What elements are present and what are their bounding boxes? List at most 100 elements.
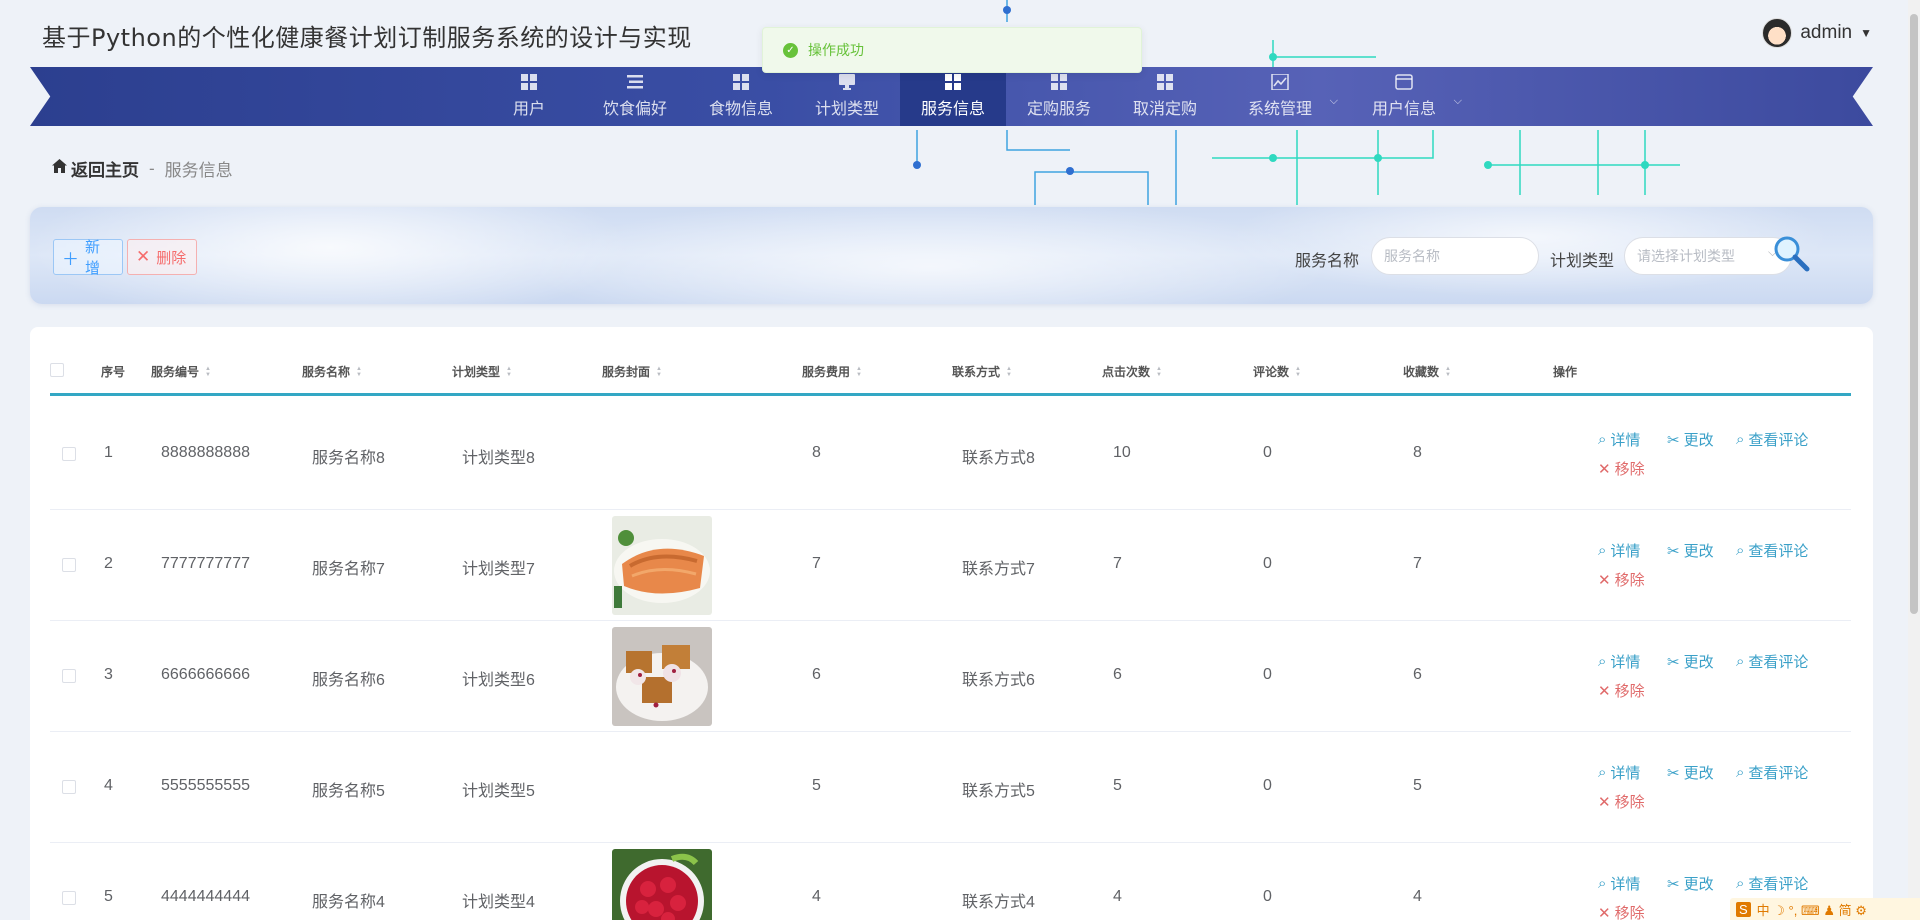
nav-item-0[interactable]: 用户	[476, 67, 582, 126]
col-code[interactable]: 服务编号 ▲ ▼	[151, 363, 211, 380]
remove-button[interactable]: ✕ 移除	[1598, 680, 1645, 701]
search-button[interactable]	[1770, 233, 1814, 277]
cell-fee: 6	[812, 666, 821, 683]
search-panel: ＋ 新增 ✕ 删除 服务名称 计划类型 ⌵	[30, 207, 1873, 304]
detail-button[interactable]: ⌕ 详情	[1598, 651, 1640, 672]
remove-button[interactable]: ✕ 移除	[1598, 458, 1645, 479]
edit-button[interactable]: ✂ 更改	[1667, 540, 1714, 561]
col-plan[interactable]: 计划类型 ▲ ▼	[452, 363, 512, 380]
plan-type-select[interactable]	[1624, 237, 1792, 275]
col-fee[interactable]: 服务费用 ▲ ▼	[802, 363, 862, 380]
detail-button[interactable]: ⌕ 详情	[1598, 429, 1640, 450]
cell-name: 服务名称5	[312, 783, 385, 800]
app-title: 基于Python的个性化健康餐计划订制服务系统的设计与实现	[42, 24, 692, 52]
row-checkbox[interactable]	[62, 669, 76, 683]
col-cover[interactable]: 服务封面 ▲ ▼	[602, 363, 662, 380]
scrollbar[interactable]	[1908, 0, 1920, 920]
cell-favorites: 5	[1413, 777, 1422, 794]
ime-toolbar: S 中 ☽ °, ⌨ ♟ 简 ⚙	[1730, 898, 1920, 920]
close-icon: ✕	[136, 247, 151, 266]
col-name[interactable]: 服务名称 ▲ ▼	[302, 363, 362, 380]
row-checkbox[interactable]	[62, 558, 76, 572]
sort-icon: ▲ ▼	[356, 365, 362, 378]
view-comments-button[interactable]: ⌕ 查看评论	[1736, 429, 1808, 450]
nav-item-label: 取消定购	[1132, 101, 1197, 118]
detail-button[interactable]: ⌕ 详情	[1598, 762, 1640, 783]
scrollbar-thumb[interactable]	[1910, 14, 1918, 614]
cell-index: 1	[104, 444, 113, 461]
sort-icon: ▲ ▼	[1006, 365, 1012, 378]
nav-item-2[interactable]: 食物信息	[688, 67, 794, 126]
cell-clicks: 6	[1113, 666, 1122, 683]
col-comments[interactable]: 评论数 ▲ ▼	[1253, 363, 1301, 380]
cell-contact: 联系方式5	[962, 783, 1035, 800]
cell-comments: 0	[1263, 444, 1272, 461]
toast-message: 操作成功	[808, 42, 864, 58]
cell-plan: 计划类型8	[462, 450, 535, 467]
col-contact[interactable]: 联系方式 ▲ ▼	[952, 363, 1012, 380]
service-name-input[interactable]	[1371, 237, 1539, 275]
edit-button[interactable]: ✂ 更改	[1667, 762, 1714, 783]
select-all-checkbox[interactable]	[50, 363, 64, 377]
detail-icon: ⌕	[1598, 875, 1607, 892]
nav-item-5[interactable]: 定购服务	[1006, 67, 1112, 126]
edit-icon: ✂	[1667, 542, 1680, 560]
close-icon: ✕	[1598, 571, 1611, 589]
view-comments-button[interactable]: ⌕ 查看评论	[1736, 651, 1808, 672]
cell-name: 服务名称4	[312, 894, 385, 911]
view-comments-button[interactable]: ⌕ 查看评论	[1736, 873, 1808, 894]
nav-item-label: 定购服务	[1026, 101, 1091, 118]
remove-button[interactable]: ✕ 移除	[1598, 902, 1645, 920]
cover-image	[612, 849, 712, 920]
cell-plan: 计划类型5	[462, 783, 535, 800]
main-nav: 用户 饮食偏好 食物信息 计划类型 服务信息 定购服务 取消定购 系统管理 ⌵ 用户信息 ⌵	[476, 67, 1466, 126]
edit-icon: ✂	[1667, 764, 1680, 782]
view-comments-button[interactable]: ⌕ 查看评论	[1736, 762, 1808, 783]
row-checkbox[interactable]	[62, 891, 76, 905]
cell-comments: 0	[1263, 777, 1272, 794]
breadcrumb-home-link[interactable]: 返回主页	[71, 156, 139, 181]
delete-button-label: 删除	[156, 249, 187, 267]
check-circle-icon: ✓	[783, 42, 798, 58]
chart-icon	[1271, 74, 1289, 90]
nav-item-3[interactable]: 计划类型	[794, 67, 900, 126]
view-comments-button[interactable]: ⌕ 查看评论	[1736, 540, 1808, 561]
cell-clicks: 4	[1113, 888, 1122, 905]
row-checkbox[interactable]	[62, 780, 76, 794]
cover-image	[612, 516, 712, 615]
col-favorites[interactable]: 收藏数 ▲ ▼	[1403, 363, 1451, 380]
edit-button[interactable]: ✂ 更改	[1667, 873, 1714, 894]
nav-item-4[interactable]: 服务信息	[900, 67, 1006, 126]
close-icon: ✕	[1598, 793, 1611, 811]
ime-logo: S	[1736, 901, 1751, 917]
nav-item-label: 系统管理	[1247, 101, 1312, 118]
remove-button[interactable]: ✕ 移除	[1598, 569, 1645, 590]
breadcrumb-separator: -	[149, 158, 155, 178]
nav-item-label: 食物信息	[708, 101, 773, 118]
add-button[interactable]: ＋ 新增	[53, 239, 123, 277]
nav-item-1[interactable]: 饮食偏好	[582, 67, 688, 126]
comments-icon: ⌕	[1736, 653, 1745, 670]
cell-contact: 联系方式4	[962, 894, 1035, 911]
remove-button[interactable]: ✕ 移除	[1598, 791, 1645, 812]
nav-item-8[interactable]: 用户信息 ⌵	[1342, 67, 1466, 126]
detail-button[interactable]: ⌕ 详情	[1598, 873, 1640, 894]
table-row: 5 4444444444 服务名称4 计划类型4 4 联系方式4 4 0 4 ⌕ 详情 ✂ 更改 ⌕ 查看评…	[50, 843, 1851, 920]
list-icon	[626, 74, 644, 90]
edit-button[interactable]: ✂ 更改	[1667, 429, 1714, 450]
col-index: 序号	[101, 365, 126, 379]
sort-icon: ▲ ▼	[1295, 365, 1301, 378]
cell-clicks: 5	[1113, 777, 1122, 794]
row-checkbox[interactable]	[62, 447, 76, 461]
sort-icon: ▲ ▼	[656, 365, 662, 378]
close-icon: ✕	[1598, 682, 1611, 700]
delete-button[interactable]: ✕ 删除	[127, 239, 197, 275]
detail-button[interactable]: ⌕ 详情	[1598, 540, 1640, 561]
nav-item-6[interactable]: 取消定购	[1112, 67, 1218, 126]
nav-item-7[interactable]: 系统管理 ⌵	[1218, 67, 1342, 126]
home-icon	[52, 159, 67, 178]
user-menu[interactable]: admin ▼	[1762, 18, 1872, 48]
cell-favorites: 6	[1413, 666, 1422, 683]
edit-button[interactable]: ✂ 更改	[1667, 651, 1714, 672]
col-clicks[interactable]: 点击次数 ▲ ▼	[1102, 363, 1162, 380]
